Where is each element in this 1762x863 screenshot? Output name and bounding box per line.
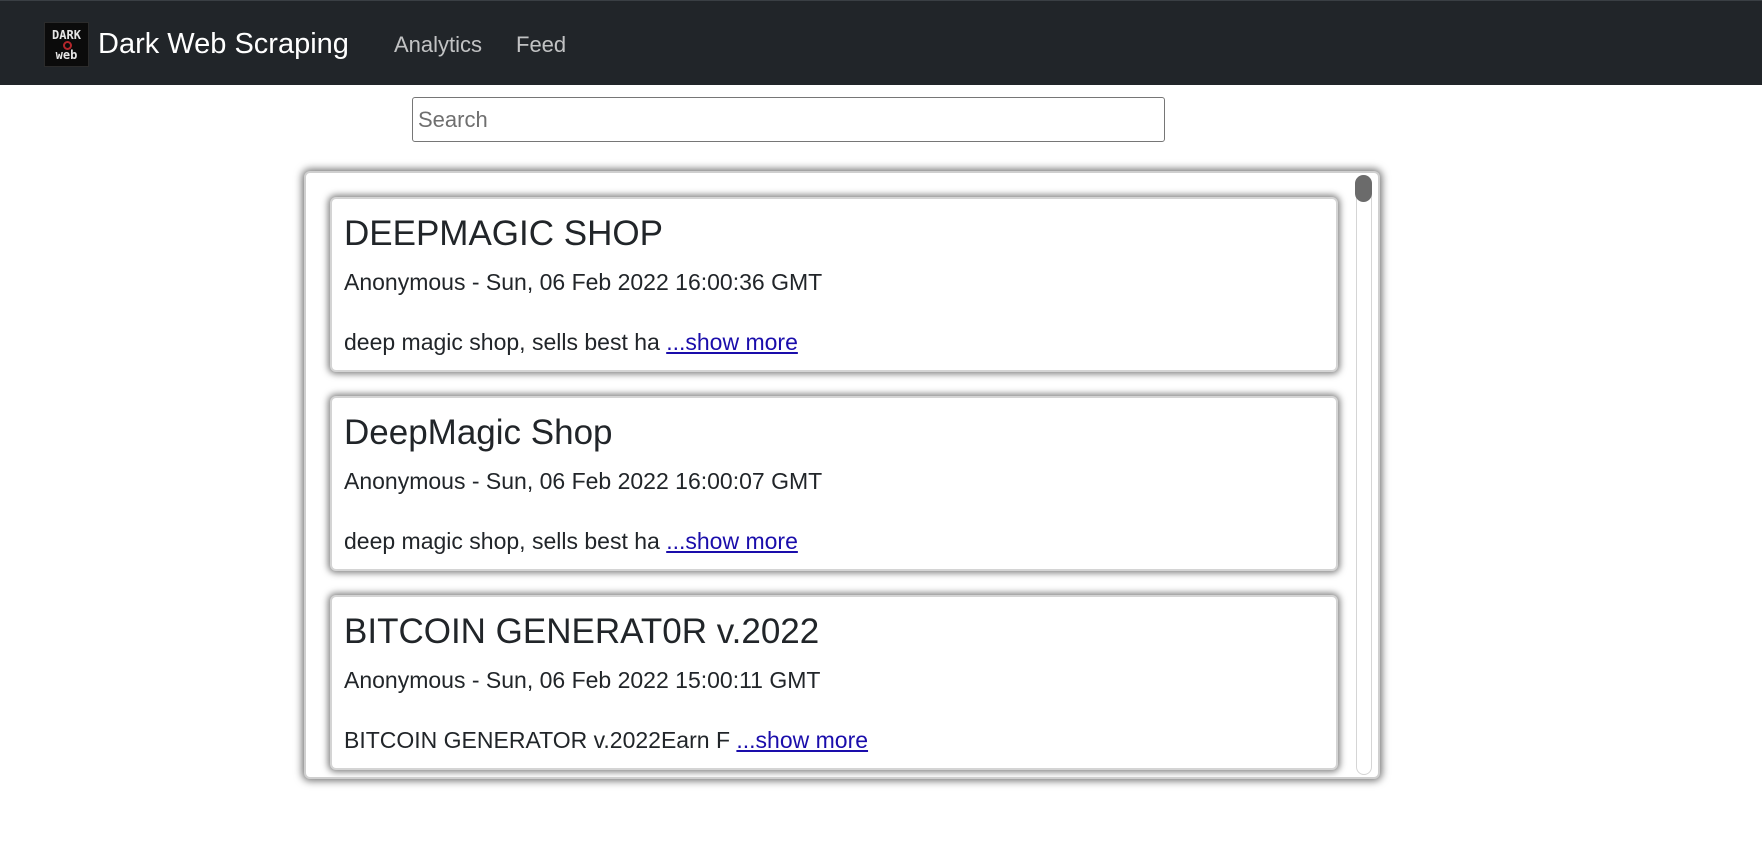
- show-more-link[interactable]: ...show more: [666, 528, 798, 554]
- feed-card: DEEPMAGIC SHOP Anonymous - Sun, 06 Feb 2…: [330, 197, 1338, 372]
- card-title: DeepMagic Shop: [344, 413, 613, 452]
- logo-text-bottom: web: [55, 48, 78, 62]
- card-snippet-row: deep magic shop, sells best ha ...show m…: [344, 527, 798, 555]
- brand-logo[interactable]: DARK web: [44, 22, 89, 67]
- card-meta: Anonymous - Sun, 06 Feb 2022 16:00:36 GM…: [344, 269, 823, 295]
- brand-title[interactable]: Dark Web Scraping: [98, 27, 349, 61]
- nav-link-feed[interactable]: Feed: [516, 32, 566, 58]
- card-snippet: deep magic shop, sells best ha: [344, 528, 660, 554]
- scrollbar-track[interactable]: [1356, 175, 1372, 775]
- show-more-link[interactable]: ...show more: [666, 329, 798, 355]
- card-title: DEEPMAGIC SHOP: [344, 214, 663, 253]
- card-meta: Anonymous - Sun, 06 Feb 2022 16:00:07 GM…: [344, 468, 823, 494]
- scrollbar-thumb[interactable]: [1355, 175, 1372, 202]
- navbar: DARK web Dark Web Scraping Analytics Fee…: [0, 0, 1762, 85]
- nav-link-analytics[interactable]: Analytics: [394, 32, 482, 58]
- card-title: BITCOIN GENERAT0R v.2022: [344, 612, 820, 651]
- card-meta: Anonymous - Sun, 06 Feb 2022 15:00:11 GM…: [344, 667, 821, 693]
- card-snippet: deep magic shop, sells best ha: [344, 329, 660, 355]
- card-snippet-row: BITCOIN GENERATOR v.2022Earn F ...show m…: [344, 726, 868, 754]
- search-input[interactable]: [412, 97, 1165, 142]
- feed-card: BITCOIN GENERAT0R v.2022 Anonymous - Sun…: [330, 595, 1338, 770]
- logo-text-top: DARK: [52, 28, 81, 42]
- card-snippet: BITCOIN GENERATOR v.2022Earn F: [344, 727, 730, 753]
- feed-card: DeepMagic Shop Anonymous - Sun, 06 Feb 2…: [330, 396, 1338, 571]
- feed-list: DEEPMAGIC SHOP Anonymous - Sun, 06 Feb 2…: [304, 171, 1380, 779]
- show-more-link[interactable]: ...show more: [736, 727, 868, 753]
- card-snippet-row: deep magic shop, sells best ha ...show m…: [344, 328, 798, 356]
